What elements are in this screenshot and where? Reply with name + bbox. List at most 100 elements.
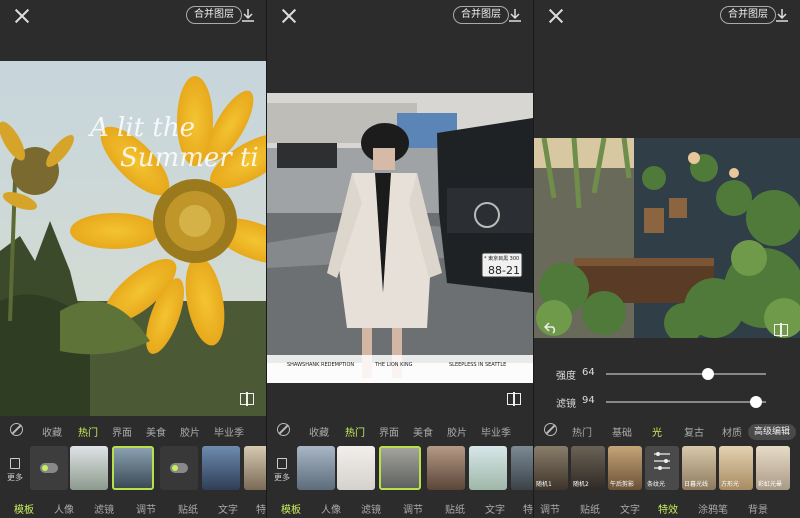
undo-icon[interactable] [544,322,558,334]
tab-filter[interactable]: 滤镜 [361,501,381,516]
template-thumb[interactable] [427,446,465,490]
template-thumb[interactable] [202,446,240,490]
photo-canvas[interactable]: * 東京目黒 300 88-21 SHAWSHANK REDEMPTION TH… [267,93,533,383]
effect-thumb[interactable]: 彩虹光晕 [756,446,790,490]
no-filter-icon[interactable] [10,423,23,436]
tab-template[interactable]: 模板 [281,501,301,516]
effect-thumb-adjust[interactable]: 条纹光 [645,446,679,490]
category-interface[interactable]: 界面 [379,424,399,439]
compare-icon[interactable] [240,392,254,406]
template-thumb[interactable] [469,446,507,490]
more-button[interactable]: 更多 [6,458,24,483]
category-graduation[interactable]: 毕业季 [214,424,244,439]
category-film[interactable]: 胶片 [447,424,467,439]
template-thumbnails: 更多 [267,446,533,492]
no-effect-icon[interactable] [544,423,557,436]
tab-template[interactable]: 模板 [14,501,34,516]
filter-slider[interactable]: 滤镜 94 [534,392,800,412]
more-label: 更多 [274,473,290,482]
template-thumb[interactable] [297,446,335,490]
tab-sticker[interactable]: 贴纸 [580,501,600,516]
plants-photo [534,138,800,338]
tab-text[interactable]: 文字 [485,501,505,516]
template-thumb[interactable] [244,446,266,490]
merge-layers-button[interactable]: 合并图层 [453,6,509,24]
editor-panel-effects: 合并图层 强度 64 滤镜 94 热门 基础 光 复古 材质 高级编辑 随机1 … [534,0,800,518]
tab-sticker[interactable]: 贴纸 [445,501,465,516]
editor-panel-template: 合并图层 A lit the Summer ti 收藏 热门 界面 美食 胶片 … [0,0,266,518]
intensity-value: 64 [582,367,595,378]
category-hot[interactable]: 热门 [572,424,592,439]
effect-label: 条纹光 [647,481,666,488]
template-thumb[interactable] [30,446,68,490]
template-thumb[interactable] [70,446,108,490]
tab-text[interactable]: 文字 [218,501,238,516]
category-retro[interactable]: 复古 [684,424,704,439]
tab-text[interactable]: 文字 [620,501,640,516]
category-texture[interactable]: 材质 [722,424,742,439]
merge-layers-button[interactable]: 合并图层 [186,6,242,24]
category-graduation[interactable]: 毕业季 [481,424,511,439]
effect-thumb[interactable]: 方形光 [719,446,753,490]
category-hot[interactable]: 热门 [345,424,365,439]
category-favorites[interactable]: 收藏 [309,424,329,439]
category-favorites[interactable]: 收藏 [42,424,62,439]
top-bar: 合并图层 [267,0,533,32]
template-thumb-selected[interactable] [112,446,154,490]
advanced-edit-button[interactable]: 高级编辑 [747,424,796,440]
filter-knob[interactable] [750,396,763,408]
effect-thumb[interactable]: 日暮光线 [682,446,716,490]
effect-category-bar: 热门 基础 光 复古 材质 高级编辑 [534,420,800,440]
intensity-knob[interactable] [702,368,715,380]
photo-canvas[interactable]: A lit the Summer ti [0,61,266,416]
car: * 東京目黒 300 88-21 [437,118,533,293]
download-icon[interactable] [774,7,790,23]
intensity-slider[interactable]: 强度 64 [534,364,800,384]
compare-icon[interactable] [774,323,788,337]
effect-thumb[interactable]: 随机1 [534,446,568,490]
category-food[interactable]: 美食 [146,424,166,439]
category-hot[interactable]: 热门 [78,424,98,439]
category-interface[interactable]: 界面 [112,424,132,439]
tab-portrait[interactable]: 人像 [54,501,74,516]
filter-track[interactable] [606,401,766,403]
tab-effects[interactable]: 特效 [523,501,533,516]
template-thumb[interactable] [160,446,198,490]
intensity-label: 强度 [556,371,576,382]
bottom-tab-bar: 模板 人像 滤镜 调节 贴纸 文字 特效 [0,496,266,518]
tab-portrait[interactable]: 人像 [321,501,341,516]
template-thumb[interactable] [337,446,375,490]
compare-icon[interactable] [507,392,521,406]
no-filter-icon[interactable] [277,423,290,436]
merge-layers-button[interactable]: 合并图层 [720,6,776,24]
template-category-bar: 收藏 热门 界面 美食 胶片 毕业季 [0,420,266,440]
tab-adjust[interactable]: 调节 [540,501,560,516]
tab-adjust[interactable]: 调节 [403,501,423,516]
download-icon[interactable] [240,7,256,23]
category-film[interactable]: 胶片 [180,424,200,439]
category-basic[interactable]: 基础 [612,424,632,439]
download-icon[interactable] [507,7,523,23]
tab-background[interactable]: 背景 [748,501,768,516]
close-icon[interactable] [281,8,297,24]
tab-filter[interactable]: 滤镜 [94,501,114,516]
more-icon [10,458,20,469]
intensity-track[interactable] [606,373,766,375]
close-icon[interactable] [548,8,564,24]
template-thumb-selected[interactable] [379,446,421,490]
category-food[interactable]: 美食 [413,424,433,439]
tab-adjust[interactable]: 调节 [136,501,156,516]
template-thumb[interactable] [511,446,533,490]
photo-canvas[interactable] [534,138,800,338]
effect-thumb[interactable]: 随机2 [571,446,605,490]
tab-sticker[interactable]: 贴纸 [178,501,198,516]
tab-effects[interactable]: 特效 [256,501,266,516]
effect-thumb[interactable]: 午后剪影 [608,446,642,490]
tab-effects[interactable]: 特效 [658,501,678,516]
category-light[interactable]: 光 [652,424,662,439]
sunflower-photo: A lit the Summer ti [0,61,266,416]
tab-doodle[interactable]: 涂鸦笔 [698,501,728,516]
caption-left: SHAWSHANK REDEMPTION [287,362,354,368]
close-icon[interactable] [14,8,30,24]
more-button[interactable]: 更多 [273,458,291,483]
